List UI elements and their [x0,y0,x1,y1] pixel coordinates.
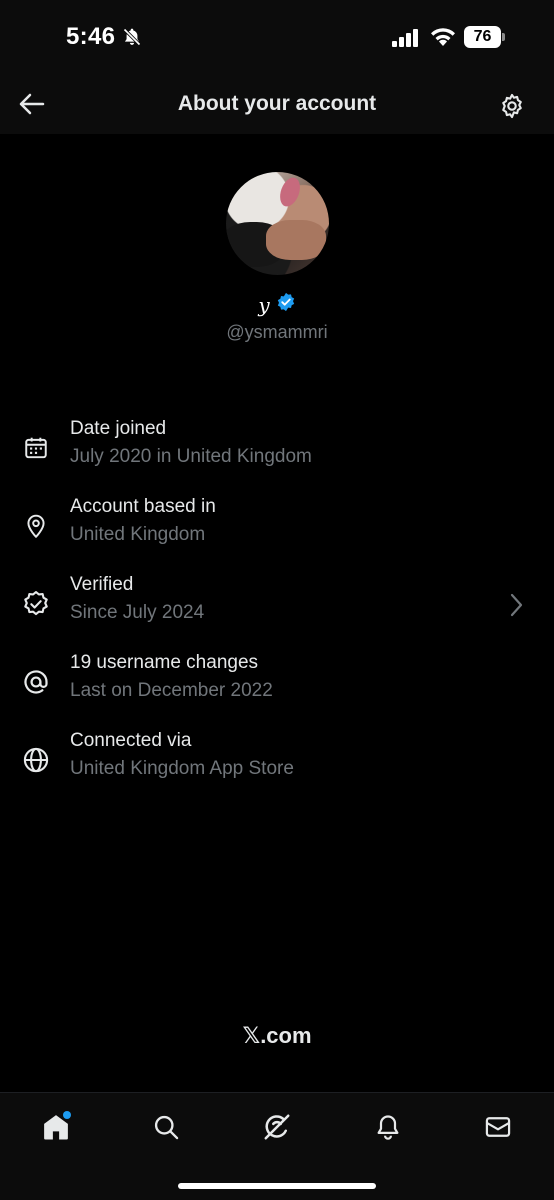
info-title: Date joined [70,418,167,439]
notifications-icon [377,1115,399,1140]
x-logo-icon: 𝕏 [242,1024,261,1049]
info-title: Verified [70,574,134,595]
settings-button[interactable] [496,90,528,122]
bell-off-icon [122,27,142,52]
info-connected-via: Connected via United Kingdom App Store [0,730,554,794]
about-account-screen: 5:46 76 About your account y @ysmammri D… [0,0,554,1200]
tab-notifications[interactable] [370,1109,406,1145]
home-indicator[interactable] [178,1183,376,1189]
verified-check-icon [276,292,296,317]
page-title: About your account [177,92,377,115]
info-subtitle: United Kingdom App Store [70,758,294,779]
info-username-changes: 19 username changes Last on December 202… [0,652,554,716]
signal-icon [392,29,420,52]
gear-icon [502,93,522,119]
x-logo-text: .com [260,1023,312,1048]
messages-icon [485,1117,511,1137]
name-row: y [0,292,554,317]
info-subtitle: July 2020 in United Kingdom [70,446,312,467]
location-pin-icon [20,510,52,542]
info-subtitle: Since July 2024 [70,602,205,623]
tab-search[interactable] [148,1109,184,1145]
x-com-logo[interactable]: 𝕏.com [0,1023,554,1049]
grok-icon [264,1114,290,1140]
status-time: 5:46 [66,23,116,50]
avatar[interactable] [226,172,329,275]
header: About your account [0,70,554,134]
info-date-joined: Date joined July 2020 in United Kingdom [0,418,554,482]
info-account-based-in: Account based in United Kingdom [0,496,554,560]
info-title: 19 username changes [70,652,259,673]
status-bar: 5:46 76 [0,0,554,70]
battery-level: 76 [464,26,501,48]
info-subtitle: Last on December 2022 [70,680,273,701]
display-name: y [258,292,270,317]
at-sign-icon [20,666,52,698]
chevron-right-icon [508,592,524,623]
home-notification-dot [63,1111,71,1119]
verified-badge-icon [20,588,52,620]
wifi-icon [430,26,456,51]
tab-messages[interactable] [480,1109,516,1145]
globe-icon [20,744,52,776]
handle: @ysmammri [226,322,328,342]
info-verified[interactable]: Verified Since July 2024 [0,574,554,638]
calendar-icon [20,432,52,464]
info-title: Connected via [70,730,192,751]
tab-home[interactable] [38,1109,74,1145]
tab-grok[interactable] [259,1109,295,1145]
search-icon [154,1115,179,1140]
info-subtitle: United Kingdom [70,524,206,545]
info-title: Account based in [70,496,216,517]
